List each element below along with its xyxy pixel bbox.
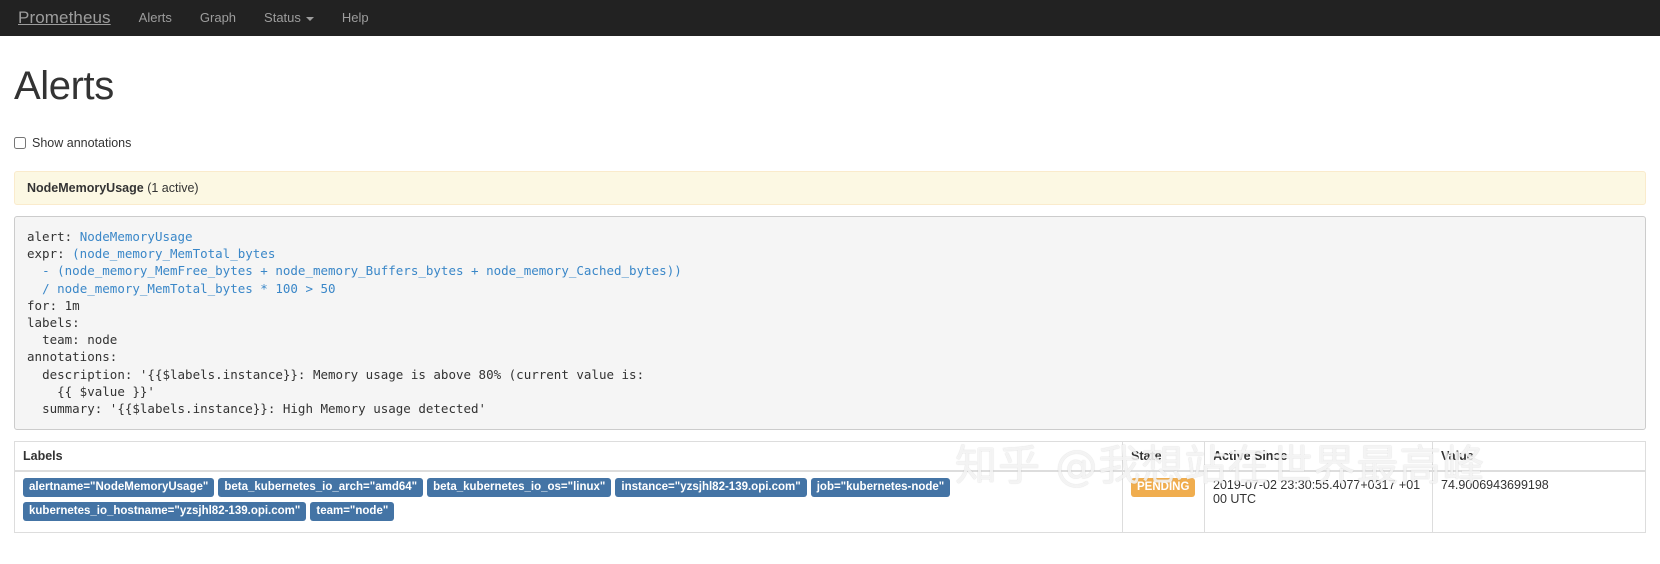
label-badge[interactable]: job="kubernetes-node" — [810, 478, 951, 498]
cell-state: PENDING — [1122, 471, 1205, 534]
status-badge: PENDING — [1131, 478, 1196, 498]
th-state: State — [1122, 441, 1205, 473]
table-row: alertname="NodeMemoryUsage" beta_kubernet… — [14, 471, 1646, 534]
brand-prometheus[interactable]: Prometheus — [14, 8, 125, 28]
alerts-table-head: Labels State Active Since Value — [14, 441, 1646, 473]
nav-item-alerts[interactable]: Alerts — [125, 0, 186, 36]
label-badge[interactable]: beta_kubernetes_io_arch="amd64" — [218, 478, 424, 498]
cell-value: 74.9006943699198 — [1432, 471, 1646, 534]
th-labels: Labels — [14, 441, 1123, 473]
label-badge-container: alertname="NodeMemoryUsage" beta_kubernet… — [23, 478, 954, 522]
show-annotations-label: Show annotations — [32, 136, 132, 150]
alerts-table: Labels State Active Since Value alertnam… — [14, 441, 1646, 534]
label-badge[interactable]: kubernetes_io_hostname="yzsjhl82-139.opi… — [23, 502, 307, 522]
page-title: Alerts — [14, 64, 114, 108]
th-active-since: Active Since — [1204, 441, 1433, 473]
label-badge[interactable]: team="node" — [310, 502, 395, 522]
label-badge[interactable]: alertname="NodeMemoryUsage" — [23, 478, 215, 498]
alerts-table-body: alertname="NodeMemoryUsage" beta_kubernet… — [14, 471, 1646, 534]
chevron-down-icon — [305, 17, 314, 21]
th-value: Value — [1432, 441, 1646, 473]
alert-group-count: (1 active) — [147, 181, 199, 195]
show-annotations-checkbox[interactable] — [14, 137, 26, 149]
nav-item-help[interactable]: Help — [328, 0, 383, 36]
cell-labels: alertname="NodeMemoryUsage" beta_kubernet… — [14, 471, 1123, 534]
table-header-row: Labels State Active Since Value — [14, 441, 1646, 473]
top-navbar: Prometheus Alerts Graph Status Help — [0, 0, 1660, 36]
page-content: Alerts Show annotations NodeMemoryUsage … — [0, 64, 1660, 534]
label-badge[interactable]: instance="yzsjhl82-139.opi.com" — [615, 478, 807, 498]
cell-active-since: 2019-07-02 23:30:55.4077+0317 +0100 UTC — [1204, 471, 1433, 534]
nav-item-graph[interactable]: Graph — [186, 0, 250, 36]
label-badge[interactable]: beta_kubernetes_io_os="linux" — [427, 478, 612, 498]
show-annotations-row[interactable]: Show annotations — [14, 136, 1646, 150]
alert-group-header[interactable]: NodeMemoryUsage (1 active) — [14, 171, 1646, 205]
alert-group-name: NodeMemoryUsage — [27, 181, 144, 195]
alert-rule-definition: alert: NodeMemoryUsage expr: (node_memor… — [14, 216, 1646, 431]
nav-item-status[interactable]: Status — [250, 0, 328, 36]
nav-item-status-label: Status — [264, 10, 301, 25]
rule-body: alert: NodeMemoryUsage expr: (node_memor… — [27, 229, 682, 417]
